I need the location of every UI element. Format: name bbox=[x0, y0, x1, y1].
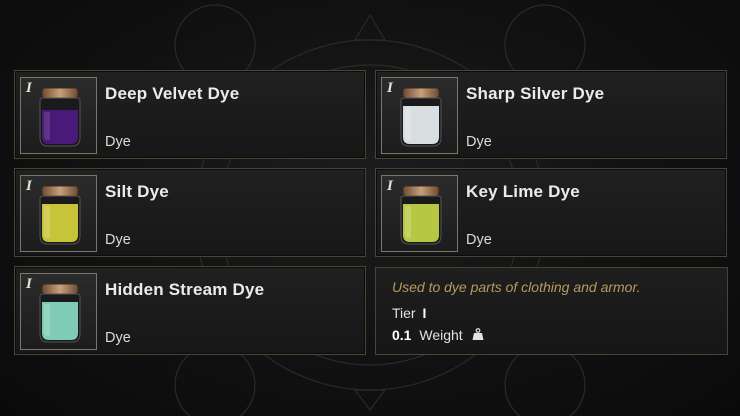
dye-jar-icon bbox=[39, 87, 81, 147]
tier-badge: I bbox=[26, 80, 32, 96]
tier-badge: I bbox=[387, 80, 393, 96]
item-description: Used to dye parts of clothing and armor. bbox=[392, 279, 641, 295]
tier-value: I bbox=[422, 305, 427, 321]
item-tooltip: Used to dye parts of clothing and armor.… bbox=[375, 267, 728, 355]
tier-badge: I bbox=[26, 276, 32, 292]
weight-label: Weight bbox=[419, 327, 463, 343]
weight-icon bbox=[472, 328, 484, 340]
item-card-sharp-silver-dye[interactable]: I Sharp Silver Dye Dye bbox=[375, 70, 727, 159]
item-card-hidden-stream-dye[interactable]: I Hidden Stream Dye Dye bbox=[14, 266, 366, 355]
weight-line: 0.1 Weight bbox=[392, 327, 484, 343]
item-card-key-lime-dye[interactable]: I Key Lime Dye Dye bbox=[375, 168, 727, 257]
dye-jar-icon bbox=[400, 185, 442, 245]
tier-line: Tier I bbox=[392, 305, 426, 321]
item-name: Silt Dye bbox=[105, 182, 169, 201]
item-name: Sharp Silver Dye bbox=[466, 84, 605, 103]
item-slot: I bbox=[20, 273, 97, 350]
item-slot: I bbox=[20, 175, 97, 252]
tier-badge: I bbox=[26, 178, 32, 194]
item-type: Dye bbox=[105, 330, 131, 346]
item-slot: I bbox=[381, 175, 458, 252]
dye-jar-icon bbox=[39, 185, 81, 245]
tier-label: Tier bbox=[392, 305, 416, 321]
item-name: Deep Velvet Dye bbox=[105, 84, 240, 103]
item-name: Key Lime Dye bbox=[466, 182, 580, 201]
tier-badge: I bbox=[387, 178, 393, 194]
item-name: Hidden Stream Dye bbox=[105, 280, 265, 299]
item-card-silt-dye[interactable]: I Silt Dye Dye bbox=[14, 168, 366, 257]
dye-jar-icon bbox=[39, 283, 81, 343]
item-type: Dye bbox=[466, 232, 492, 248]
item-type: Dye bbox=[466, 134, 492, 150]
weight-value: 0.1 bbox=[392, 327, 412, 343]
item-slot: I bbox=[20, 77, 97, 154]
item-type: Dye bbox=[105, 232, 131, 248]
dye-jar-icon bbox=[400, 87, 442, 147]
item-slot: I bbox=[381, 77, 458, 154]
item-type: Dye bbox=[105, 134, 131, 150]
item-card-deep-velvet-dye[interactable]: I Deep Velvet Dye Dye bbox=[14, 70, 366, 159]
